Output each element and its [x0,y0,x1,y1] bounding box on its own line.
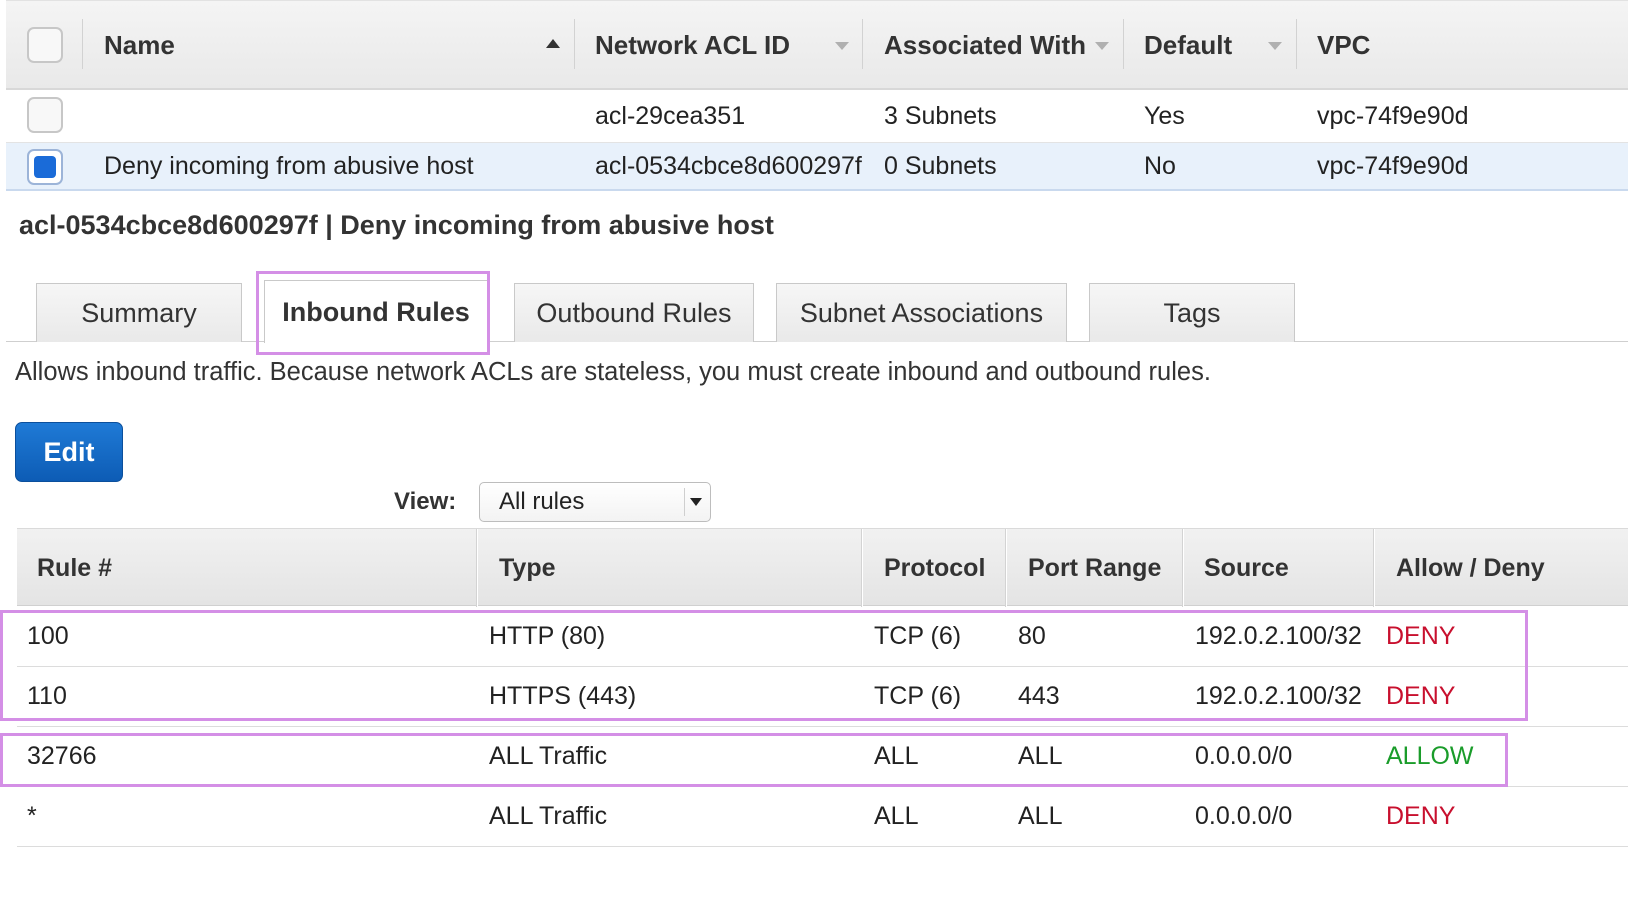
rule-type: HTTP (80) [489,622,606,650]
edit-button[interactable]: Edit [15,422,123,482]
vpc-id: vpc-74f9e90d [1317,101,1469,130]
rule-number: * [27,802,37,830]
column-header-associated-with[interactable]: Associated With [884,1,1086,89]
rule-source: 192.0.2.100/32 [1195,682,1362,710]
acl-id: acl-29cea351 [595,101,746,130]
rule-type: ALL Traffic [489,802,608,830]
sort-ascending-icon[interactable] [546,39,560,48]
column-header-port-range: Port Range [1028,553,1162,582]
rule-port-range: ALL [1018,742,1063,770]
column-header-vpc[interactable]: VPC [1317,1,1370,89]
rule-action-deny: DENY [1386,682,1456,710]
tab-outbound-rules[interactable]: Outbound Rules [514,283,754,342]
acl-name: Deny incoming from abusive host [104,151,474,180]
rule-protocol: ALL [874,742,919,770]
rule-type: ALL Traffic [489,742,608,770]
rule-type: HTTPS (443) [489,682,637,710]
sort-icon[interactable] [1268,42,1282,50]
rule-protocol: TCP (6) [874,622,962,650]
rule-action-allow: ALLOW [1386,742,1474,770]
column-header-rule-number: Rule # [37,553,113,582]
tab-summary[interactable]: Summary [36,283,242,342]
column-header-acl-id[interactable]: Network ACL ID [595,1,790,89]
rule-action-deny: DENY [1386,622,1456,650]
network-acl-table: Name Network ACL ID Associated With Defa… [6,0,1628,191]
rule-number: 100 [27,622,69,650]
rule-row: * ALL Traffic ALL ALL 0.0.0.0/0 DENY [17,787,1628,847]
acl-table-header: Name Network ACL ID Associated With Defa… [6,0,1628,90]
column-header-allow-deny: Allow / Deny [1396,553,1545,582]
row-checkbox[interactable] [27,97,63,133]
view-select-value: All rules [499,488,585,515]
rule-port-range: 443 [1018,682,1060,710]
tab-subnet-associations[interactable]: Subnet Associations [776,283,1067,342]
rules-table-header: Rule # Type Protocol Port Range Source A… [17,528,1628,607]
table-row-selected[interactable]: Deny incoming from abusive host acl-0534… [6,143,1628,191]
rule-action-deny: DENY [1386,802,1456,830]
inbound-rules-description: Allows inbound traffic. Because network … [15,358,1211,386]
rule-number: 32766 [27,742,97,770]
detail-title: acl-0534cbce8d600297f | Deny incoming fr… [19,210,774,240]
acl-id: acl-0534cbce8d600297f [595,151,862,180]
sort-icon[interactable] [835,42,849,50]
column-header-protocol: Protocol [884,553,986,582]
select-all-checkbox[interactable] [27,27,63,63]
rule-protocol: TCP (6) [874,682,962,710]
rule-number: 110 [27,682,67,710]
default-flag: Yes [1144,101,1185,130]
rule-row: 110 HTTPS (443) TCP (6) 443 192.0.2.100/… [17,667,1628,727]
rule-row: 100 HTTP (80) TCP (6) 80 192.0.2.100/32 … [17,607,1628,667]
column-header-type: Type [499,553,556,582]
associated-with: 3 Subnets [884,101,997,130]
vpc-id: vpc-74f9e90d [1317,151,1469,180]
view-select[interactable]: All rules [479,482,711,522]
rule-source: 0.0.0.0/0 [1195,802,1293,830]
column-header-source: Source [1204,553,1289,582]
rule-source: 192.0.2.100/32 [1195,622,1362,650]
row-checkbox-checked[interactable] [27,149,63,185]
dropdown-arrow-icon[interactable] [684,488,706,516]
column-header-default[interactable]: Default [1144,1,1232,89]
tab-inbound-rules[interactable]: Inbound Rules [264,280,488,343]
tab-tags[interactable]: Tags [1089,283,1295,342]
view-label: View: [394,488,457,515]
column-header-name[interactable]: Name [104,1,175,89]
default-flag: No [1144,151,1176,180]
rule-protocol: ALL [874,802,919,830]
rule-port-range: ALL [1018,802,1063,830]
rule-row: 32766 ALL Traffic ALL ALL 0.0.0.0/0 ALLO… [17,727,1628,787]
associated-with: 0 Subnets [884,151,997,180]
rule-source: 0.0.0.0/0 [1195,742,1293,770]
rule-port-range: 80 [1018,622,1046,650]
table-row[interactable]: acl-29cea351 3 Subnets Yes vpc-74f9e90d [6,90,1628,143]
sort-icon[interactable] [1095,42,1109,50]
